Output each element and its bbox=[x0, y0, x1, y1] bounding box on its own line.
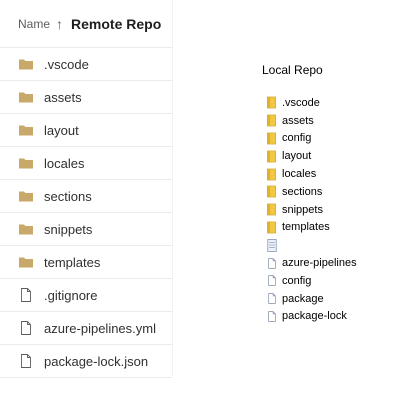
file-icon bbox=[18, 287, 34, 303]
remote-list-item[interactable]: .gitignore bbox=[0, 279, 172, 312]
folder-icon bbox=[18, 89, 34, 105]
local-list-item[interactable]: .vscode bbox=[266, 94, 400, 112]
remote-list-item[interactable]: layout bbox=[0, 114, 172, 147]
file-icon bbox=[266, 256, 278, 270]
local-item-label: config bbox=[282, 132, 312, 145]
remote-list-item[interactable]: templates bbox=[0, 246, 172, 279]
sort-ascending-icon[interactable]: ↑ bbox=[56, 16, 63, 32]
folder-icon bbox=[18, 56, 34, 72]
file-icon bbox=[18, 353, 34, 369]
remote-item-label: templates bbox=[44, 254, 101, 270]
remote-item-label: .gitignore bbox=[44, 287, 98, 303]
local-file-list: .vscode assets config layout locales sections… bbox=[266, 94, 400, 325]
folder-icon bbox=[266, 203, 278, 217]
local-list-item[interactable]: layout bbox=[266, 147, 400, 165]
local-item-label: templates bbox=[282, 221, 330, 234]
remote-item-label: .vscode bbox=[44, 56, 89, 72]
remote-list-item[interactable]: assets bbox=[0, 81, 172, 114]
remote-file-list: .vscode assets layout locales sections snippe… bbox=[0, 48, 172, 378]
folder-icon bbox=[18, 155, 34, 171]
local-item-label: assets bbox=[282, 114, 314, 127]
folder-icon bbox=[18, 188, 34, 204]
remote-list-item[interactable]: .vscode bbox=[0, 48, 172, 81]
folder-icon bbox=[266, 114, 278, 128]
remote-list-item[interactable]: locales bbox=[0, 147, 172, 180]
local-item-label: locales bbox=[282, 168, 317, 181]
remote-repo-title: Remote Repo bbox=[71, 15, 162, 32]
remote-list-item[interactable]: sections bbox=[0, 180, 172, 213]
text-file-icon bbox=[266, 238, 278, 252]
remote-item-label: assets bbox=[44, 89, 82, 105]
file-icon bbox=[18, 320, 34, 336]
local-list-item[interactable]: azure-pipelines bbox=[266, 254, 400, 272]
folder-icon bbox=[18, 122, 34, 138]
file-icon bbox=[266, 309, 278, 323]
local-list-item[interactable]: config bbox=[266, 272, 400, 290]
local-list-item[interactable]: assets bbox=[266, 112, 400, 130]
local-item-label: sections bbox=[282, 185, 323, 198]
file-icon bbox=[266, 274, 278, 288]
remote-list-header: Name ↑ Remote Repo bbox=[0, 0, 172, 48]
folder-icon bbox=[18, 221, 34, 237]
local-item-label: package bbox=[282, 292, 324, 305]
folder-icon bbox=[266, 149, 278, 163]
local-list-item[interactable]: sections bbox=[266, 183, 400, 201]
local-item-label: .vscode bbox=[282, 96, 320, 109]
remote-item-label: snippets bbox=[44, 221, 93, 237]
local-item-label: config bbox=[282, 274, 312, 287]
remote-item-label: package-lock.json bbox=[44, 353, 149, 369]
local-item-label: package-lock bbox=[282, 310, 347, 323]
name-column-header[interactable]: Name bbox=[18, 17, 50, 31]
local-item-label: azure-pipelines bbox=[282, 257, 357, 270]
local-list-item[interactable] bbox=[266, 236, 400, 254]
local-list-item[interactable]: locales bbox=[266, 165, 400, 183]
remote-list-item[interactable]: azure-pipelines.yml bbox=[0, 312, 172, 345]
folder-icon bbox=[266, 220, 278, 234]
local-list-item[interactable]: package bbox=[266, 290, 400, 308]
file-icon bbox=[266, 292, 278, 306]
local-item-label: layout bbox=[282, 150, 312, 163]
remote-repo-panel: Name ↑ Remote Repo .vscode assets layout lo… bbox=[0, 0, 173, 378]
folder-icon bbox=[266, 96, 278, 110]
local-item-label: snippets bbox=[282, 203, 323, 216]
folder-icon bbox=[266, 185, 278, 199]
local-list-item[interactable]: templates bbox=[266, 219, 400, 237]
folder-icon bbox=[18, 254, 34, 270]
local-list-item[interactable]: package-lock bbox=[266, 308, 400, 326]
local-repo-title: Local Repo bbox=[262, 63, 323, 77]
remote-list-item[interactable]: package-lock.json bbox=[0, 345, 172, 378]
remote-item-label: sections bbox=[44, 188, 92, 204]
local-list-item[interactable]: config bbox=[266, 130, 400, 148]
remote-item-label: layout bbox=[44, 122, 79, 138]
folder-icon bbox=[266, 167, 278, 181]
local-list-item[interactable]: snippets bbox=[266, 201, 400, 219]
remote-list-item[interactable]: snippets bbox=[0, 213, 172, 246]
local-repo-panel: Local Repo .vscode assets config layout loca… bbox=[262, 60, 400, 325]
remote-item-label: locales bbox=[44, 155, 85, 171]
folder-icon bbox=[266, 131, 278, 145]
remote-item-label: azure-pipelines.yml bbox=[44, 320, 156, 336]
